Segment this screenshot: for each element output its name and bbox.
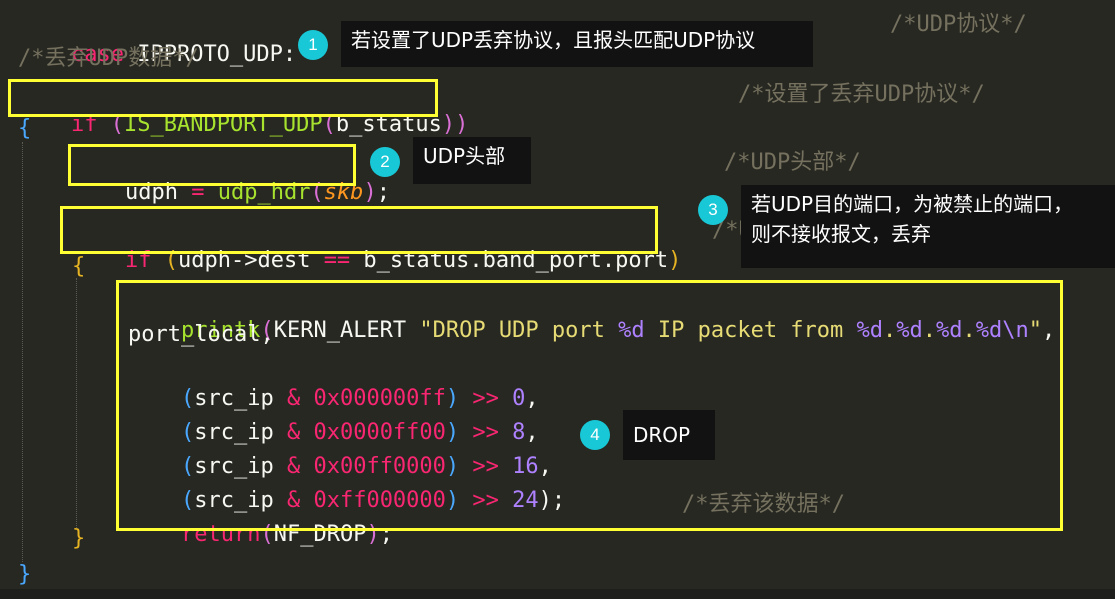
brace: } (18, 562, 32, 587)
callout-3-line-2: 则不接收报文，丢弃 (751, 222, 931, 246)
callout-4: DROP (623, 410, 715, 460)
callout-number-1: 1 (298, 30, 328, 60)
paren: ) (441, 112, 456, 137)
highlight-box-printk-block (116, 280, 1063, 531)
code-comment: /*设置了丢弃UDP协议*/ (738, 82, 985, 107)
code-editor: case IPPROTO_UDP: /*UDP协议*/ /*丢弃UDP数据*/ … (0, 0, 1115, 599)
highlight-box-udp-hdr (68, 144, 356, 186)
code-comment: /*丢弃UDP数据*/ (18, 46, 199, 71)
paren: ) (455, 112, 469, 137)
brace: { (18, 116, 32, 141)
callout-2: UDP头部 (413, 137, 531, 184)
brace: { (72, 254, 86, 279)
highlight-box-if-dest (60, 206, 658, 254)
editor-bottom-edge (0, 589, 1115, 599)
highlight-box-if-bandport (8, 79, 438, 117)
paren: ) (363, 180, 377, 205)
callout-1: 若设置了UDP丢弃协议，且报头匹配UDP协议 (341, 21, 813, 67)
code-comment: /*UDP头部*/ (724, 150, 861, 175)
paren: ) (668, 248, 682, 273)
callout-number-3: 3 (698, 195, 728, 225)
code-comment: /*UDP协议*/ (890, 12, 1027, 37)
callout-3: 若UDP目的端口，为被禁止的端口， 则不接收报文，丢弃 (741, 185, 1115, 268)
indent-guide (22, 142, 23, 562)
callout-number-4: 4 (580, 420, 610, 450)
brace: } (72, 526, 86, 551)
callout-number-2: 2 (370, 147, 400, 177)
code-text: ; (376, 180, 390, 205)
callout-3-line-1: 若UDP目的端口，为被禁止的端口， (751, 192, 1074, 216)
indent-guide (76, 278, 77, 528)
